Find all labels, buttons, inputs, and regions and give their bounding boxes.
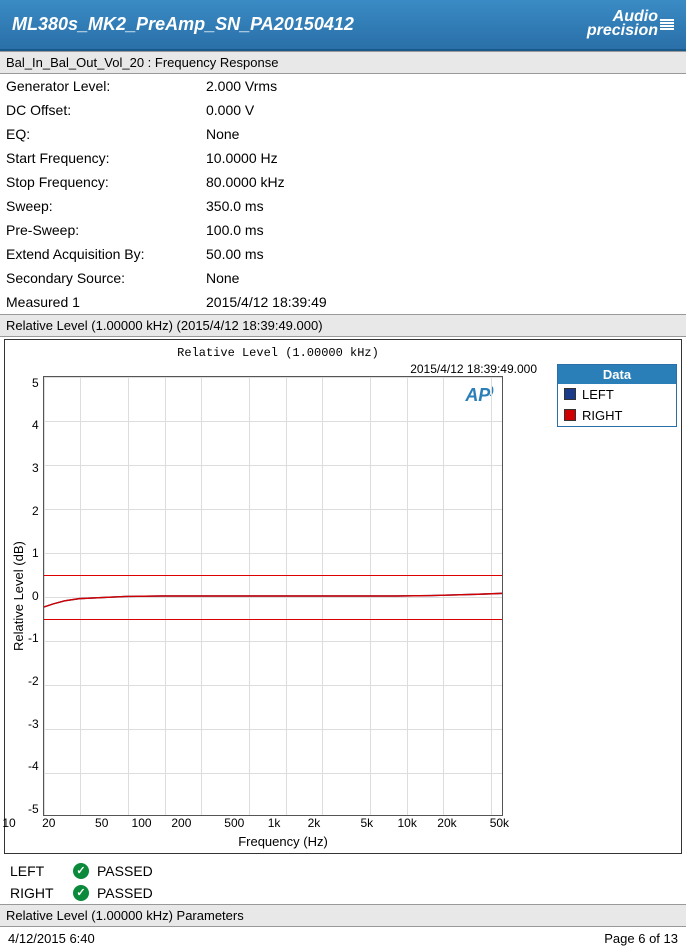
chart-container: Relative Level (1.00000 kHz) 2015/4/12 1…	[4, 339, 682, 854]
legend-item: RIGHT	[558, 405, 676, 426]
param-row: Pre-Sweep:100.0 ms	[0, 218, 686, 242]
param-label: Measured 1	[6, 294, 206, 310]
x-axis-label: Frequency (Hz)	[9, 832, 513, 849]
param-label: Generator Level:	[6, 78, 206, 94]
y-axis-label: Relative Level (dB)	[9, 376, 28, 816]
param-label: Secondary Source:	[6, 270, 206, 286]
result-row: RIGHT ✓ PASSED	[0, 882, 686, 904]
param-value: 2.000 Vrms	[206, 78, 680, 94]
parameter-list: Generator Level:2.000 VrmsDC Offset:0.00…	[0, 74, 686, 314]
param-label: Start Frequency:	[6, 150, 206, 166]
param-label: Stop Frequency:	[6, 174, 206, 190]
param-value: 50.00 ms	[206, 246, 680, 262]
param-row: Sweep:350.0 ms	[0, 194, 686, 218]
page-footer: 4/12/2015 6:40 Page 6 of 13	[0, 927, 686, 950]
result-status: PASSED	[97, 863, 153, 879]
param-row: Generator Level:2.000 Vrms	[0, 74, 686, 98]
legend-header: Data	[558, 365, 676, 384]
param-value: 0.000 V	[206, 102, 680, 118]
param-label: Extend Acquisition By:	[6, 246, 206, 262]
footer-page: Page 6 of 13	[604, 931, 678, 946]
chart-title: Relative Level (1.00000 kHz)	[9, 344, 547, 362]
audio-precision-logo: Audio precision	[587, 10, 674, 39]
param-row: Start Frequency:10.0000 Hz	[0, 146, 686, 170]
param-value: 350.0 ms	[206, 198, 680, 214]
section-title-measurement: Bal_In_Bal_Out_Vol_20 : Frequency Respon…	[0, 51, 686, 74]
legend: Data LEFTRIGHT	[557, 364, 677, 427]
param-label: Sweep:	[6, 198, 206, 214]
report-title: ML380s_MK2_PreAmp_SN_PA20150412	[12, 14, 354, 35]
param-label: Pre-Sweep:	[6, 222, 206, 238]
param-value: 10.0000 Hz	[206, 150, 680, 166]
result-channel: RIGHT	[10, 885, 65, 901]
param-value: 80.0000 kHz	[206, 174, 680, 190]
legend-swatch-icon	[564, 388, 576, 400]
param-row: Stop Frequency:80.0000 kHz	[0, 170, 686, 194]
param-label: EQ:	[6, 126, 206, 142]
result-status: PASSED	[97, 885, 153, 901]
param-row: EQ:None	[0, 122, 686, 146]
result-row: LEFT ✓ PASSED	[0, 860, 686, 882]
section-title-params: Relative Level (1.00000 kHz) Parameters	[0, 904, 686, 927]
legend-swatch-icon	[564, 409, 576, 421]
result-channel: LEFT	[10, 863, 65, 879]
chart-timestamp: 2015/4/12 18:39:49.000	[9, 362, 547, 376]
param-value: None	[206, 270, 680, 286]
legend-item: LEFT	[558, 384, 676, 405]
param-value: 100.0 ms	[206, 222, 680, 238]
section-title-chart: Relative Level (1.00000 kHz) (2015/4/12 …	[0, 314, 686, 337]
param-label: DC Offset:	[6, 102, 206, 118]
param-row: Measured 12015/4/12 18:39:49	[0, 290, 686, 314]
param-row: Extend Acquisition By:50.00 ms	[0, 242, 686, 266]
logo-bars-icon	[660, 19, 674, 30]
header-bar: ML380s_MK2_PreAmp_SN_PA20150412 Audio pr…	[0, 0, 686, 51]
check-icon: ✓	[73, 885, 89, 901]
y-axis-ticks: 543210-1-2-3-4-5	[28, 376, 43, 816]
param-row: Secondary Source:None	[0, 266, 686, 290]
plot-area: AP)	[43, 376, 503, 816]
footer-datetime: 4/12/2015 6:40	[8, 931, 95, 946]
param-value: None	[206, 126, 680, 142]
param-row: DC Offset:0.000 V	[0, 98, 686, 122]
x-axis-ticks: 1020501002005001k2k5k10k20k50k	[9, 816, 513, 832]
param-value: 2015/4/12 18:39:49	[206, 294, 680, 310]
check-icon: ✓	[73, 863, 89, 879]
